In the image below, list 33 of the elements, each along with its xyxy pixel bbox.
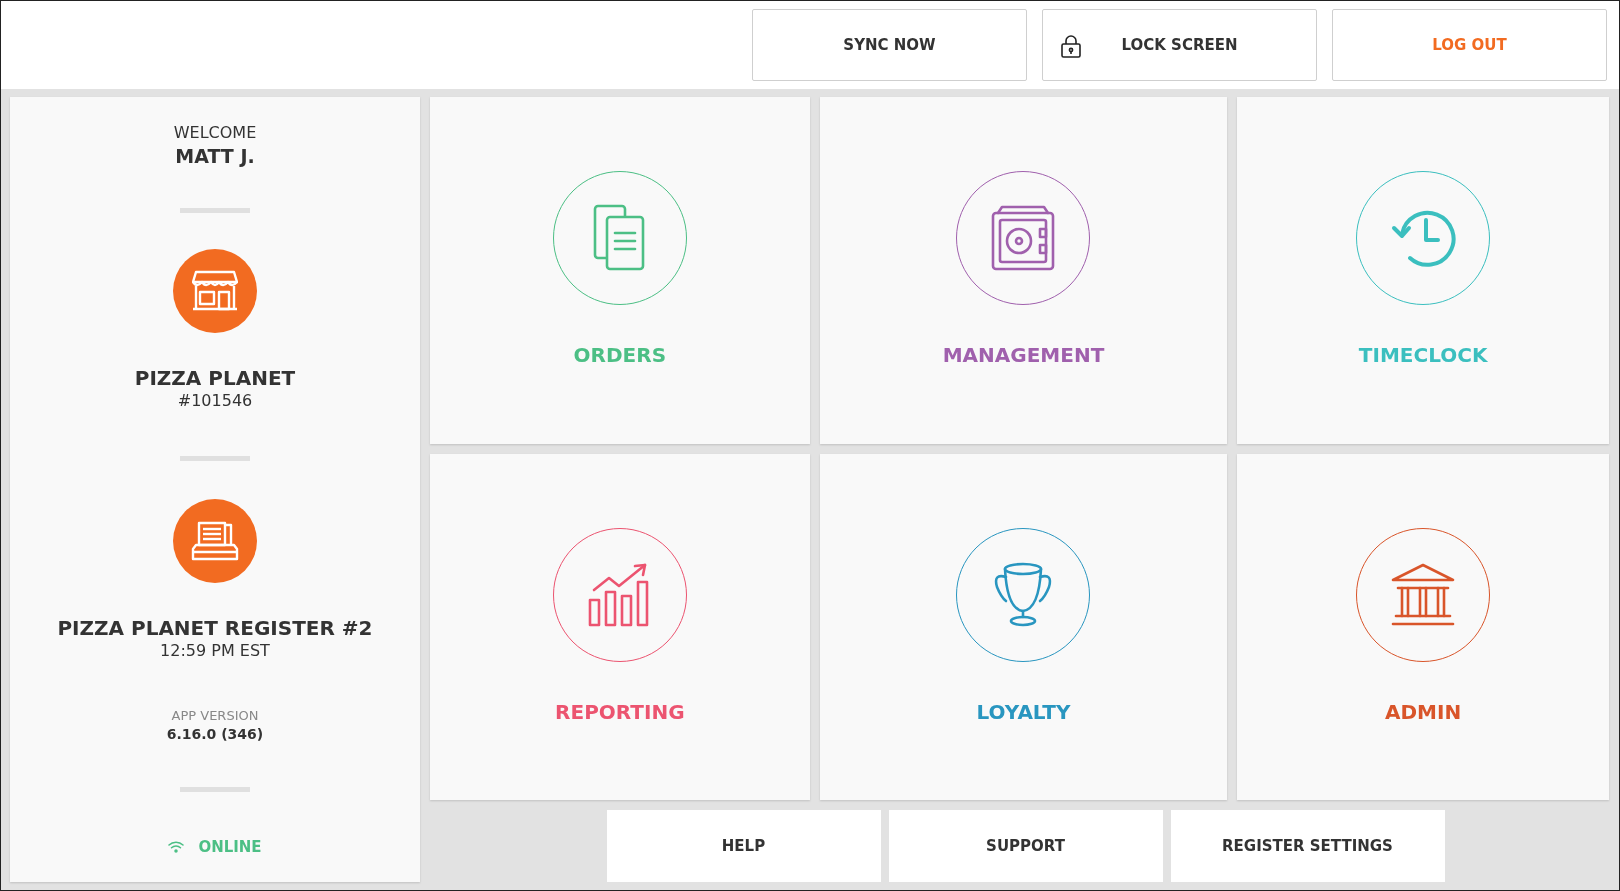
wifi-icon — [168, 841, 185, 854]
log-out-button[interactable]: LOG OUT — [1332, 9, 1607, 81]
menu-tile[interactable]: TIMECLOCK — [1237, 97, 1609, 444]
storefront-icon — [192, 270, 238, 313]
sync-button[interactable]: SYNC NOW — [752, 9, 1027, 81]
cash-register-icon — [191, 521, 239, 562]
welcome-label: WELCOME — [173, 123, 257, 144]
lock-icon — [1059, 34, 1083, 58]
footer-button[interactable]: SUPPORT — [888, 810, 1163, 882]
tile-label: ADMIN — [1385, 699, 1462, 724]
menu-tile[interactable]: ORDERS — [430, 97, 810, 444]
store-name: PIZZA PLANET — [134, 365, 296, 392]
footer-button[interactable]: HELP — [606, 810, 881, 882]
menu-tile[interactable]: LOYALTY — [819, 453, 1228, 800]
lock-screen-button[interactable]: LOCK SCREEN — [1042, 9, 1317, 81]
user-name: MATT J. — [175, 143, 255, 169]
version-label: APP VERSION — [171, 708, 259, 725]
version-number: 6.16.0 (346) — [166, 724, 264, 744]
tile-label: TIMECLOCK — [1358, 343, 1488, 367]
register-time: 12:59 PM EST — [160, 641, 270, 663]
menu-tile[interactable]: ADMIN — [1237, 453, 1609, 800]
store-number: #101546 — [177, 391, 253, 413]
tile-label: MANAGEMENT — [942, 343, 1105, 367]
safe-icon — [990, 203, 1057, 273]
footer-button[interactable]: REGISTER SETTINGS — [1170, 810, 1445, 882]
bank-building-icon — [1390, 561, 1457, 628]
register-name: PIZZA PLANET REGISTER #2 — [57, 615, 373, 642]
tile-label: REPORTING — [555, 699, 685, 724]
status-label: ONLINE — [198, 838, 262, 857]
menu-tile[interactable]: MANAGEMENT — [819, 97, 1228, 444]
tile-label: ORDERS — [573, 343, 667, 367]
tile-label: LOYALTY — [976, 699, 1071, 724]
menu-tile[interactable]: REPORTING — [430, 453, 810, 800]
